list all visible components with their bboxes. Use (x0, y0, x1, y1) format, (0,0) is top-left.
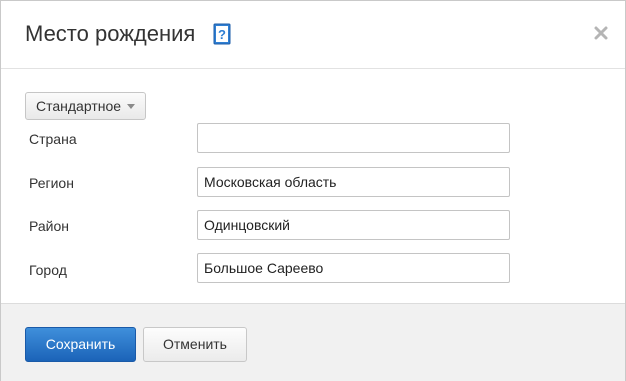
city-label: Город (29, 262, 67, 278)
country-field[interactable] (197, 123, 510, 153)
chevron-down-icon (127, 104, 136, 109)
address-mode-label: Стандартное (36, 98, 122, 114)
svg-text:?: ? (218, 27, 226, 42)
close-icon[interactable] (591, 23, 611, 43)
address-mode-dropdown[interactable]: Стандартное (25, 92, 147, 120)
region-field[interactable] (197, 167, 510, 197)
cancel-button[interactable]: Отменить (143, 327, 247, 362)
dialog-body: Стандартное Страна Регион Район Город (1, 69, 625, 303)
dialog-title: Место рождения (25, 21, 196, 46)
district-label: Район (29, 218, 69, 234)
city-field[interactable] (197, 253, 510, 283)
region-label: Регион (29, 175, 74, 191)
district-field[interactable] (197, 210, 510, 240)
country-label: Страна (29, 131, 77, 147)
birthplace-dialog: Место рождения ? Стандартное Страна Реги… (0, 0, 626, 381)
save-button[interactable]: Сохранить (25, 327, 136, 362)
dialog-header: Место рождения ? (1, 1, 625, 69)
help-book-icon[interactable]: ? (213, 23, 231, 45)
dialog-footer: Сохранить Отменить (1, 303, 625, 381)
